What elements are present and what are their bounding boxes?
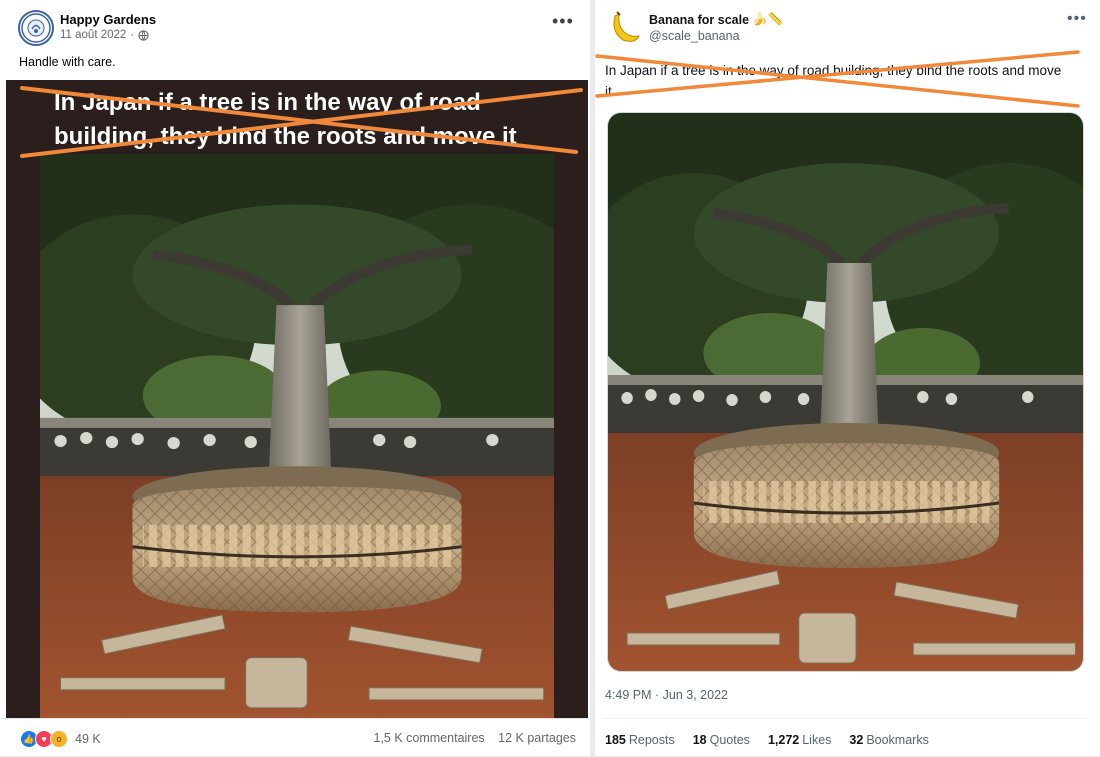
- tree-photo: [40, 154, 554, 718]
- display-name-text: Banana for scale: [649, 12, 750, 27]
- tweet-timestamp[interactable]: 4:49 PM · Jun 3, 2022: [605, 688, 728, 702]
- page-avatar[interactable]: [18, 10, 54, 46]
- facebook-post: Happy Gardens 11 août 2022 · ••• Handle …: [0, 0, 590, 756]
- globe-icon: [138, 29, 149, 41]
- quotes-label: Quotes: [709, 733, 750, 747]
- post-footer: 👍 ♥ o 49 K 1,5 K commentaires 12 K parta…: [0, 718, 590, 757]
- reposts-stat[interactable]: 185 Reposts: [605, 733, 675, 747]
- likes-count: 1,272: [767, 733, 800, 747]
- more-options-icon[interactable]: •••: [552, 12, 574, 30]
- reactions-count: 49 K: [75, 732, 101, 746]
- quotes-stat[interactable]: 18 Quotes: [693, 733, 750, 747]
- tweet-image[interactable]: [607, 112, 1084, 672]
- user-handle[interactable]: @scale_banana: [649, 29, 740, 43]
- post-meta: 11 août 2022 ·: [60, 29, 149, 41]
- reposts-count: 185: [605, 733, 626, 747]
- tweet-stats: 185 Reposts 18 Quotes 1,272 Likes 32 Bookmar…: [605, 733, 929, 747]
- reactions-summary[interactable]: 👍 ♥ o 49 K: [20, 730, 101, 748]
- banana-avatar-icon[interactable]: [609, 10, 641, 44]
- twitter-post: Banana for scale 🍌📏 @scale_banana ••• In…: [595, 0, 1100, 756]
- post-date[interactable]: 11 août 2022: [60, 29, 126, 41]
- likes-stat[interactable]: 1,272 Likes: [768, 733, 831, 747]
- bookmarks-count: 32: [849, 733, 864, 747]
- strikethrough-mark: [20, 86, 583, 158]
- comments-count[interactable]: 1,5 K commentaires: [374, 731, 485, 745]
- bookmarks-label: Bookmarks: [866, 733, 929, 747]
- name-emojis: 🍌📏: [752, 12, 784, 26]
- quotes-count: 18: [692, 733, 707, 747]
- likes-label: Likes: [802, 733, 832, 747]
- page-name[interactable]: Happy Gardens: [60, 12, 156, 27]
- strikethrough-mark: [595, 50, 1080, 108]
- display-name[interactable]: Banana for scale 🍌📏: [649, 12, 783, 27]
- post-text: Handle with care.: [19, 55, 116, 69]
- wow-icon: o: [50, 730, 68, 748]
- separator-dot: ·: [130, 29, 135, 41]
- engagement-stats: 1,5 K commentaires 12 K partages: [364, 731, 577, 745]
- post-image[interactable]: In Japan if a tree is in the way of road…: [6, 80, 588, 718]
- more-options-icon[interactable]: •••: [1067, 10, 1087, 28]
- bookmarks-stat[interactable]: 32 Bookmarks: [849, 733, 928, 747]
- reposts-label: Reposts: [628, 733, 675, 747]
- shares-count[interactable]: 12 K partages: [498, 731, 576, 745]
- divider: [603, 718, 1087, 719]
